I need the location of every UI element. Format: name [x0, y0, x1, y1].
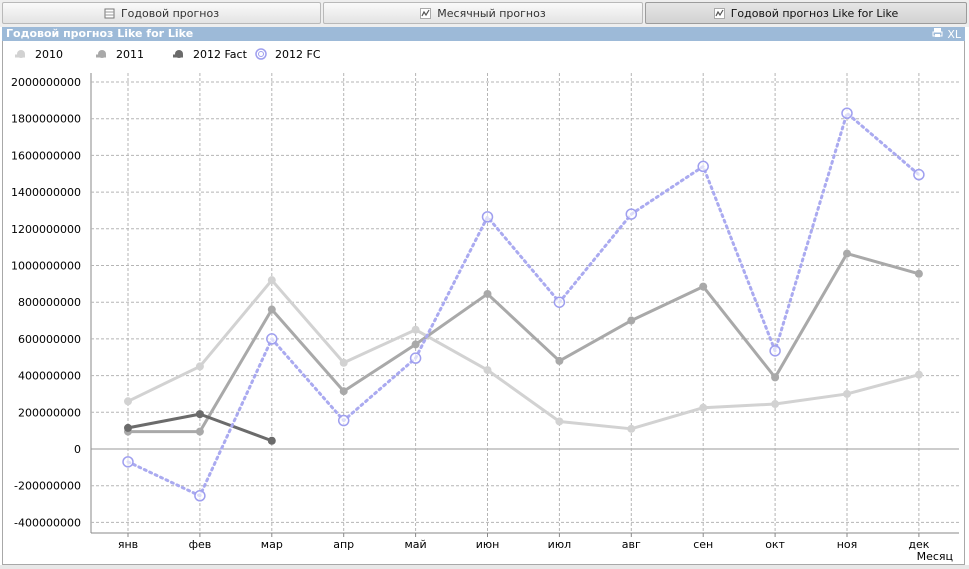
y-tick-label: 1000000000: [11, 260, 81, 273]
line-chart-icon: [713, 7, 725, 19]
legend-label: 2011: [116, 48, 144, 61]
data-point-marker: [483, 366, 492, 375]
data-point-marker: [843, 249, 851, 258]
tab-annual-forecast[interactable]: Годовой прогноз: [2, 2, 321, 24]
x-tick-label: окт: [765, 538, 785, 551]
legend-marker: [255, 48, 267, 60]
x-tick-label: фев: [189, 538, 212, 551]
data-point-marker: [555, 356, 564, 365]
data-point-marker: [625, 208, 638, 220]
data-point-marker: [267, 276, 276, 285]
y-tick-label: 400000000: [18, 370, 81, 383]
legend-marker: [98, 50, 106, 58]
data-point-marker: [267, 305, 276, 314]
data-point-marker: [339, 358, 348, 367]
x-tick-label: июн: [476, 538, 500, 551]
data-point-marker: [483, 289, 492, 298]
data-point-marker: [914, 269, 923, 278]
x-tick-label: апр: [333, 538, 354, 551]
y-tick-label: 200000000: [18, 406, 81, 419]
export-xl-button[interactable]: XL: [947, 28, 961, 42]
data-point-marker: [699, 282, 708, 291]
data-point-marker: [627, 316, 636, 325]
data-point-marker: [841, 107, 853, 119]
chart-panel: -400000000 -200000000 0 200000000 400000000 6…: [2, 41, 965, 565]
tab-annual-like-for-like[interactable]: Годовой прогноз Like for Like: [645, 2, 967, 24]
panel-title-bar: Годовой прогноз Like for Like XL: [2, 27, 965, 41]
tab-monthly-forecast[interactable]: Месячный прогноз: [323, 2, 643, 24]
x-tick-label: сен: [693, 538, 713, 551]
data-point-marker: [339, 387, 348, 396]
y-tick-label: 800000000: [18, 296, 81, 309]
legend-marker: [17, 50, 25, 58]
x-tick-label: мар: [261, 538, 283, 551]
data-point-marker: [411, 340, 420, 349]
tab-label: Годовой прогноз: [120, 6, 220, 20]
legend-label: 2012 FC: [275, 48, 321, 61]
y-tick-label: 600000000: [18, 333, 81, 346]
line-chart-icon: [420, 7, 432, 19]
y-tick-label: 2000000000: [11, 76, 81, 89]
data-point-marker: [699, 403, 708, 412]
print-icon[interactable]: [932, 27, 943, 42]
data-point-marker: [553, 296, 566, 308]
y-tick-label: -200000000: [14, 480, 81, 493]
data-point-marker: [122, 456, 134, 468]
tab-bar: Годовой прогноз Месячный прогноз Годовой…: [0, 0, 969, 27]
data-point-marker: [771, 400, 780, 409]
data-point-marker: [481, 211, 494, 223]
legend-label: 2010: [35, 48, 63, 61]
data-point-marker: [124, 397, 132, 406]
y-tick-label: 1800000000: [11, 113, 81, 126]
y-tick-label: 1600000000: [11, 149, 81, 162]
series-line-2012-fc: [126, 111, 921, 498]
table-icon: [104, 8, 115, 19]
data-point-marker: [194, 490, 206, 502]
x-axis-title: Месяц: [917, 550, 953, 563]
data-point-marker: [195, 362, 204, 371]
data-point-marker: [124, 423, 132, 432]
data-point-marker: [195, 410, 204, 419]
line-chart: -400000000 -200000000 0 200000000 400000000 6…: [11, 48, 959, 563]
data-point-marker: [337, 414, 350, 427]
data-point-marker: [769, 345, 781, 357]
y-tick-label: 1200000000: [11, 223, 81, 236]
tab-label: Годовой прогноз Like for Like: [730, 6, 899, 20]
series-line-2011: [128, 252, 920, 434]
data-point-marker: [409, 352, 422, 364]
x-tick-label: ноя: [837, 538, 858, 551]
data-point-marker: [555, 417, 564, 426]
x-tick-label: янв: [118, 538, 138, 551]
status-strip: [0, 565, 969, 569]
x-tick-label: май: [404, 538, 426, 551]
data-point-marker: [266, 333, 278, 345]
data-point-marker: [914, 370, 923, 379]
data-point-marker: [697, 160, 709, 173]
data-point-marker: [195, 427, 204, 436]
data-point-marker: [913, 168, 925, 181]
data-point-marker: [411, 325, 420, 334]
data-point-marker: [843, 389, 851, 398]
x-tick-label: июл: [548, 538, 571, 551]
data-point-marker: [627, 424, 636, 433]
data-point-marker: [267, 436, 276, 445]
tab-label: Месячный прогноз: [437, 6, 546, 20]
legend-marker: [175, 50, 183, 58]
y-tick-label: 1400000000: [11, 186, 81, 199]
panel-title: Годовой прогноз Like for Like: [6, 27, 194, 40]
y-tick-label: -400000000: [14, 516, 81, 529]
legend-label: 2012 Fact: [193, 48, 248, 61]
y-tick-label: 0: [74, 443, 81, 456]
data-point-marker: [771, 373, 780, 382]
x-tick-label: авг: [622, 538, 641, 551]
